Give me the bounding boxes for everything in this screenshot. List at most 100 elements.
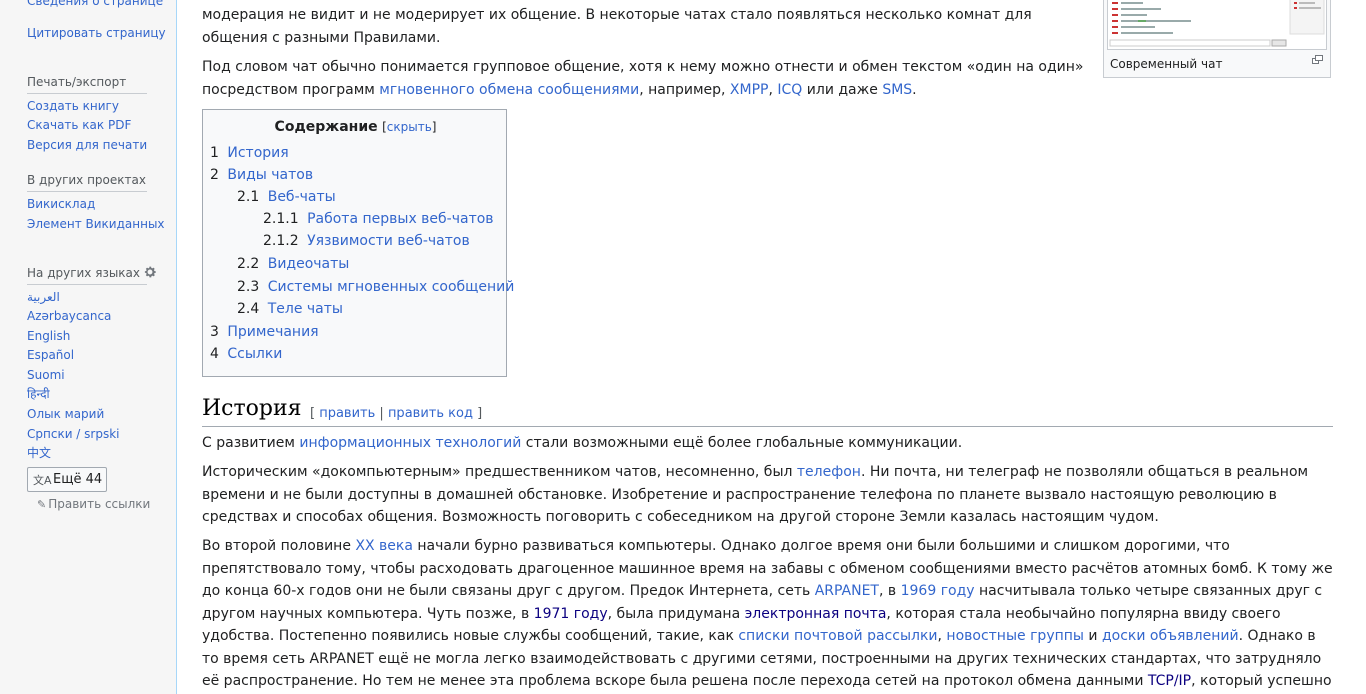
history-paragraph-2: Историческим «докомпьютерным» предшестве…	[202, 461, 1334, 529]
toc-header: Содержание [скрыть]	[203, 119, 508, 135]
translate-icon: 文A	[33, 474, 52, 487]
lang-link[interactable]: Suomi	[27, 369, 167, 382]
main-content: Современный чат модерация не видит и не …	[176, 0, 1366, 694]
link-bulletin-boards[interactable]: доски объявлений	[1102, 628, 1239, 644]
more-languages-button[interactable]: 文A Ещё 44	[27, 467, 107, 492]
toc-item[interactable]: 2.1.1 Работа первых веб-чатов	[263, 210, 494, 228]
link-1969[interactable]: 1969 году	[901, 583, 975, 599]
gear-icon[interactable]	[143, 265, 157, 279]
paragraph-line: её распространение. Но тем не менее эта …	[202, 670, 1334, 693]
toc-label: Ссылки	[227, 346, 283, 362]
toc-item[interactable]: 2.3 Системы мгновенных сообщений	[237, 278, 514, 296]
text: и	[1083, 628, 1102, 644]
lang-link[interactable]: Олык марий	[27, 408, 167, 421]
text: Во второй половине	[202, 538, 356, 554]
section-heading-history: История [ править | править код ]	[202, 396, 1333, 427]
lang-link[interactable]: हिन्दी	[27, 388, 167, 401]
text: удобства. Постепенно появились новые слу…	[202, 628, 739, 644]
toc-item[interactable]: 2.1 Веб-чаты	[237, 188, 336, 206]
toc-item[interactable]: 2 Виды чатов	[210, 166, 313, 184]
text: или даже	[802, 81, 883, 98]
toc-label: Работа первых веб-чатов	[307, 211, 494, 227]
link-instant-messaging[interactable]: мгновенного обмена сообщениями	[379, 82, 639, 98]
toc-item[interactable]: 3 Примечания	[210, 323, 319, 341]
chat-definition-paragraph: Под словом чат обычно понимается группов…	[202, 56, 1334, 101]
link-xmpp[interactable]: XMPP	[730, 82, 769, 98]
toc-number: 1	[210, 145, 219, 161]
link-mailing-lists[interactable]: списки почтовой рассылки	[738, 628, 937, 644]
edit-section-link[interactable]: править	[319, 406, 375, 421]
text: . Ни почта, ни телеграф не позволяли общ…	[860, 464, 1309, 480]
toc-title: Содержание	[274, 119, 378, 135]
toc-item[interactable]: 2.1.2 Уязвимости веб-чатов	[263, 232, 470, 250]
toc-label: Теле чаты	[267, 301, 343, 317]
section-title: История	[202, 396, 302, 421]
text: , который успешно	[1191, 673, 1332, 689]
sidebar: Сведения о странице Цитировать страницу …	[0, 0, 176, 694]
text: Историческим «докомпьютерным» предшестве…	[202, 464, 797, 480]
sidebar-divider	[27, 284, 147, 285]
paragraph-line: препятствовало тому, чтобы расходовать д…	[202, 560, 1333, 577]
link-information-technology[interactable]: информационных технологий	[299, 435, 521, 451]
lang-link[interactable]: Српски / srpski	[27, 428, 167, 441]
toc-number: 2.1	[237, 189, 260, 205]
toc-number: 4	[210, 346, 219, 362]
text: другом научных компьютера. Чуть позже, в	[202, 605, 534, 622]
sidebar-item-create-book[interactable]: Создать книгу	[27, 100, 167, 113]
intro-paragraph: модерация не видит и не модерирует их об…	[202, 4, 1334, 49]
sidebar-item-cite[interactable]: Цитировать страницу	[27, 27, 167, 40]
link-newsgroups[interactable]: новостные группы	[946, 628, 1084, 644]
toc-item[interactable]: 2.2 Видеочаты	[237, 255, 349, 273]
toc-hide-link[interactable]: скрыть	[387, 120, 432, 134]
link-arpanet[interactable]: ARPANET	[815, 583, 879, 599]
toc-item[interactable]: 4 Ссылки	[210, 345, 282, 363]
text: .	[912, 81, 917, 98]
edit-source-link[interactable]: править код	[388, 406, 473, 421]
link-telephone[interactable]: телефон	[797, 464, 861, 480]
link-1971[interactable]: 1971 году	[534, 606, 608, 622]
toc-label: Виды чатов	[227, 167, 314, 183]
toc-number: 3	[210, 324, 219, 340]
paragraph-line: посредством программ мгновенного обмена …	[202, 79, 1334, 102]
link-20th-century[interactable]: XX века	[355, 538, 413, 554]
text: её распространение. Но тем не менее эта …	[202, 673, 1148, 689]
edit-links-link[interactable]: ✎ Править ссылки	[37, 497, 150, 511]
sidebar-item-download-pdf[interactable]: Скачать как PDF	[27, 119, 167, 132]
toc-item[interactable]: 1 История	[210, 144, 289, 162]
sidebar-item-wikidata[interactable]: Элемент Викиданных	[27, 218, 167, 231]
lang-link[interactable]: Azərbaycanca	[27, 310, 167, 323]
text: , в	[879, 583, 901, 599]
paragraph-line: до конца 60-х годов они не были связаны …	[202, 580, 1334, 603]
paragraph-line: Под словом чат обычно понимается группов…	[202, 59, 1084, 75]
sidebar-divider	[27, 191, 147, 192]
sidebar-item-commons[interactable]: Викисклад	[27, 198, 167, 211]
link-sms[interactable]: SMS	[882, 82, 912, 98]
toc-item[interactable]: 2.4 Теле чаты	[237, 300, 343, 318]
toc-number: 2.2	[237, 256, 260, 272]
lang-link[interactable]: 中文	[27, 447, 167, 460]
lang-link[interactable]: العربية	[27, 291, 167, 304]
toc-label: Видеочаты	[267, 256, 350, 272]
link-icq[interactable]: ICQ	[777, 82, 802, 98]
sidebar-item-print-version[interactable]: Версия для печати	[27, 139, 167, 152]
intro-line: общения с разными Правилами.	[202, 29, 441, 46]
paragraph-line: то время сеть ARPANET ещё не могла легко…	[202, 650, 1322, 667]
link-email[interactable]: электронная почта	[745, 606, 887, 622]
toc-label: Примечания	[227, 324, 319, 340]
toc-label: Веб-чаты	[267, 189, 336, 205]
text: С развитием	[202, 435, 300, 451]
toc-number: 2.3	[237, 279, 260, 295]
paragraph-line: Историческим «докомпьютерным» предшестве…	[202, 461, 1334, 484]
intro-line: модерация не видит и не модерирует их об…	[202, 7, 1032, 23]
text: насчитывала только четыре связанных друг…	[974, 583, 1323, 599]
paragraph-line: другом научных компьютера. Чуть позже, в…	[202, 603, 1334, 626]
link-tcp-ip[interactable]: TCP/IP	[1148, 673, 1191, 689]
lang-link[interactable]: Español	[27, 349, 167, 362]
sidebar-heading-projects: В других проектах	[27, 173, 146, 187]
toc-label: Уязвимости веб-чатов	[307, 233, 470, 249]
history-paragraph-3: Во второй половине XX века начали бурно …	[202, 535, 1334, 693]
sidebar-item-page-info[interactable]: Сведения о странице	[27, 0, 167, 8]
toc-number: 2.1.2	[263, 233, 299, 249]
section-edit-links: [ править | править код ]	[310, 406, 483, 421]
lang-link[interactable]: English	[27, 330, 167, 343]
